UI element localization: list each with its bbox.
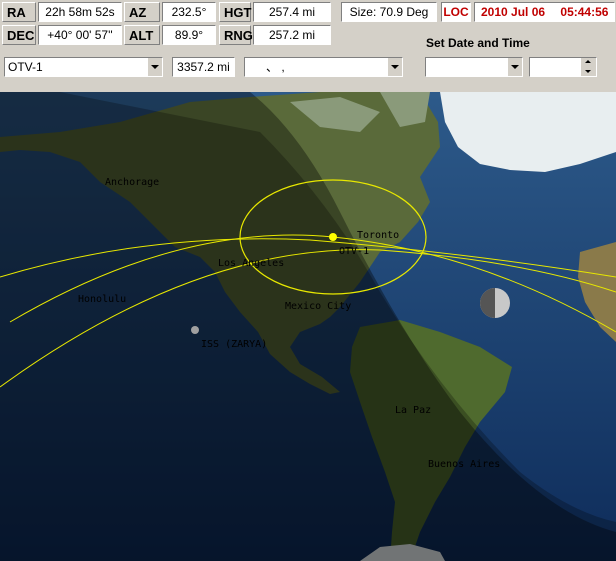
control-panel: RA 22h 58m 52s AZ 232.5° HGT 257.4 mi Si… [0,0,616,92]
city-label: Los Angeles [218,258,284,269]
otv-1-marker[interactable] [329,233,337,241]
iss-marker[interactable] [191,326,199,334]
loc-indicator[interactable]: LOC [441,2,471,22]
az-label: AZ [124,2,160,22]
alt-field: 89.9° [162,25,216,45]
city-label: Toronto [357,230,399,241]
city-label: Mexico City [285,301,351,312]
set-datetime-label: Set Date and Time [426,36,530,50]
datetime-display: 2010 Jul 06 05:44:56 [474,2,615,22]
hgt-field: 257.4 mi [253,2,331,22]
time-spinner[interactable] [529,57,597,77]
chevron-down-icon[interactable] [387,58,402,76]
satellite-label: OTV-1 [339,246,369,257]
spin-down-icon[interactable] [581,67,596,76]
distance-field: 3357.2 mi [172,57,235,77]
az-field: 232.5° [162,2,216,22]
secondary-select-value: 、 , [266,60,285,74]
alt-label: ALT [124,25,160,45]
satellite-select[interactable]: OTV-1 [4,57,163,77]
city-label: La Paz [395,405,431,416]
secondary-select[interactable]: 、 , [244,57,403,77]
chevron-down-icon[interactable] [147,58,162,76]
chevron-down-icon[interactable] [507,58,522,76]
dec-field: +40° 00' 57'' [38,25,122,45]
city-label: Anchorage [105,177,159,188]
rng-label: RNG [219,25,253,45]
world-map[interactable]: Anchorage Toronto Los Angeles Honolulu M… [0,92,616,561]
date-value: 2010 Jul 06 [481,5,546,19]
dec-label: DEC [2,25,36,45]
spin-up-icon[interactable] [581,58,596,67]
size-field: Size: 70.9 Deg [341,2,437,22]
date-picker[interactable] [425,57,523,77]
ra-label: RA [2,2,36,22]
city-label: Buenos Aires [428,459,500,470]
rng-field: 257.2 mi [253,25,331,45]
city-label: Honolulu [78,294,126,305]
hgt-label: HGT [219,2,251,22]
ra-field: 22h 58m 52s [38,2,122,22]
time-value: 05:44:56 [560,5,609,19]
satellite-label: ISS (ZARYA) [201,339,267,350]
satellite-select-value: OTV-1 [8,60,43,74]
